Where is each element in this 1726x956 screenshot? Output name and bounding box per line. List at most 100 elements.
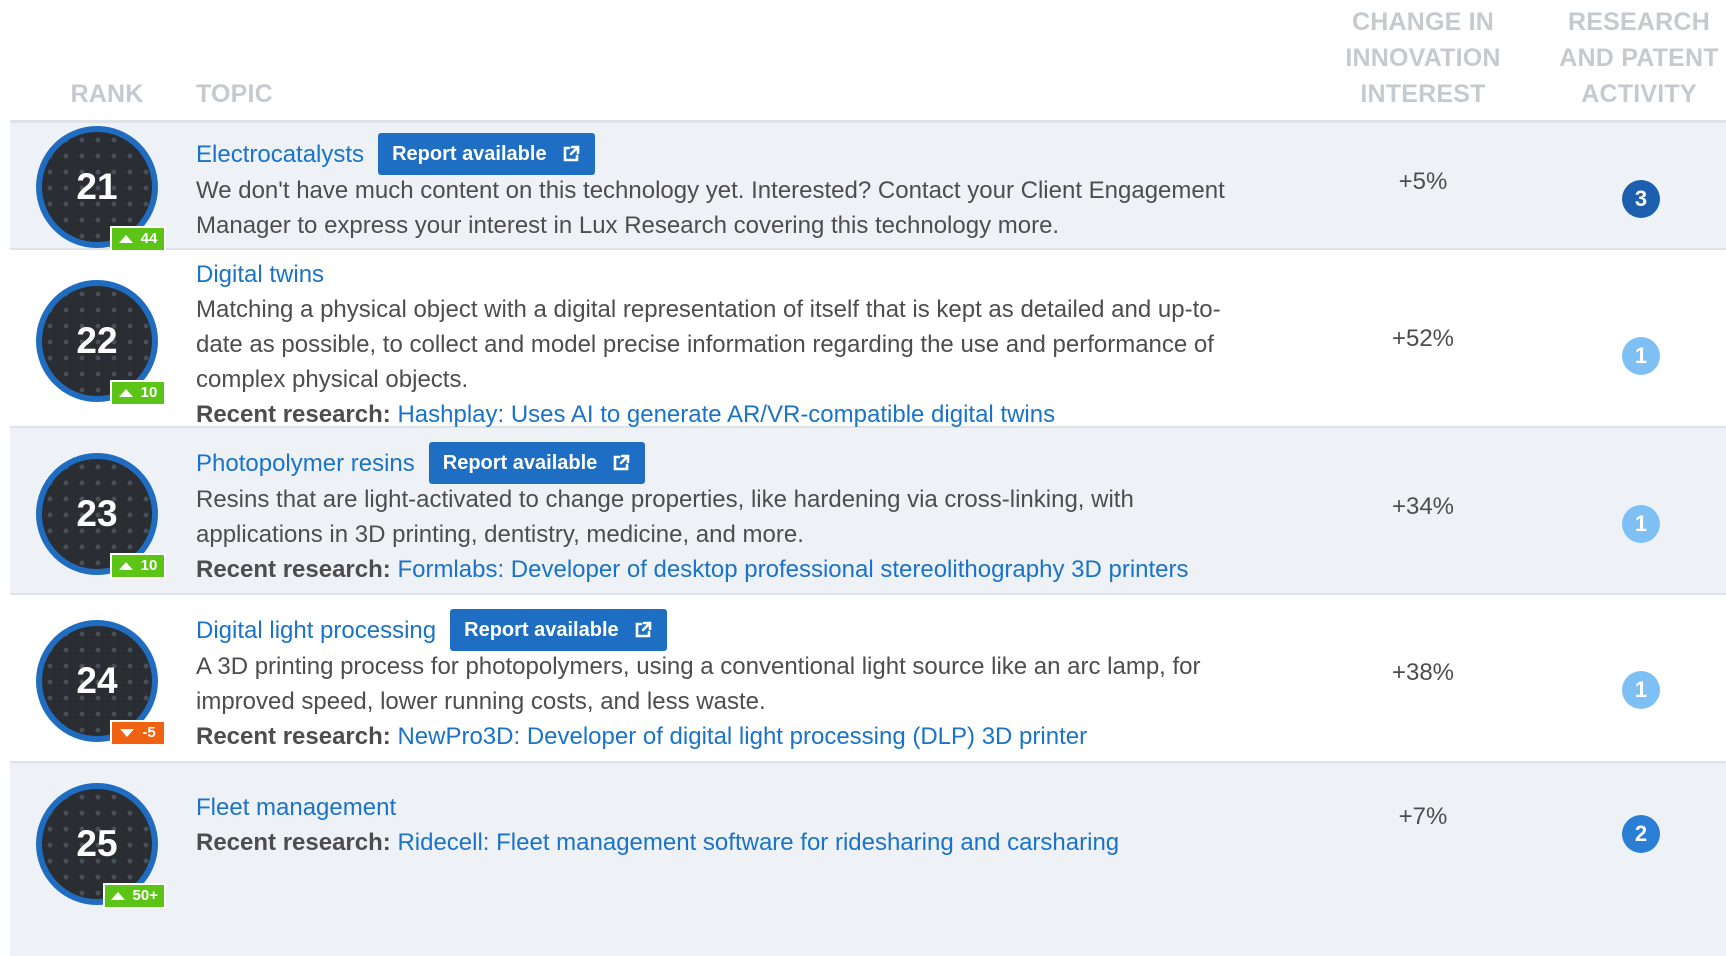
rank-number: 24: [76, 660, 118, 701]
topic-cell: Electrocatalysts Report available We don…: [196, 133, 1306, 243]
rank-badge: 21 44: [36, 126, 166, 252]
external-link-icon: [613, 454, 630, 471]
activity-header-line: AND PATENT: [1559, 44, 1719, 72]
report-available-button[interactable]: Report available: [428, 442, 646, 484]
activity-badge[interactable]: 1: [1622, 671, 1660, 709]
topic-title-line: Digital twins: [196, 257, 1306, 292]
rank-badge: 24 -5: [36, 620, 166, 746]
topic-title-line: Digital light processing Report availabl…: [196, 609, 1306, 651]
description-line: Manager to express your interest in Lux …: [196, 212, 1060, 239]
topic-cell: Fleet management Recent research: Ridece…: [196, 790, 1306, 860]
topic-description: We don't have much content on this techn…: [196, 173, 1306, 243]
recent-research: Recent research: Formlabs: Developer of …: [196, 552, 1306, 587]
rank-change-value: 10: [140, 557, 158, 574]
external-link-icon: [635, 621, 651, 638]
recent-research-link[interactable]: Hashplay: Uses AI to generate AR/VR-comp…: [397, 401, 1055, 428]
emerging-tech-table: RANK TOPIC CHANGE IN INNOVATION INTEREST…: [0, 0, 1726, 956]
rank-change-badge: 44: [110, 226, 166, 252]
triangle-up-icon: [110, 892, 125, 900]
change-header-line: INNOVATION: [1345, 44, 1501, 72]
recent-research-label: Recent research:: [196, 723, 391, 750]
rank-change-badge: 10: [110, 380, 166, 406]
triangle-up-icon: [118, 389, 133, 397]
rank-badge: 22 10: [36, 280, 166, 406]
triangle-down-icon: [120, 729, 135, 737]
rank-badge: 25 50+: [36, 783, 166, 909]
change-value: +34%: [1391, 493, 1455, 520]
description-line: date as possible, to collect and model p…: [196, 331, 1214, 358]
report-label: Report available: [442, 451, 598, 474]
report-available-button[interactable]: Report available: [450, 609, 667, 651]
topic-title-link[interactable]: Photopolymer resins: [196, 446, 415, 481]
description-line: We don't have much content on this techn…: [196, 177, 1225, 204]
triangle-up-icon: [118, 235, 133, 243]
external-link-icon: [563, 145, 579, 162]
topic-title-link[interactable]: Fleet management: [196, 790, 396, 825]
recent-research: Recent research: Hashplay: Uses AI to ge…: [196, 397, 1306, 432]
topic-description: A 3D printing process for photopolymers,…: [196, 649, 1306, 719]
activity-header-line: RESEARCH: [1568, 8, 1710, 36]
rank-header[interactable]: RANK: [60, 76, 154, 112]
change-header-line: CHANGE IN: [1351, 8, 1495, 36]
rank-change-badge: 10: [110, 553, 166, 579]
rank-number: 25: [76, 823, 118, 864]
rank-change-badge: -5: [110, 720, 166, 746]
topic-title-line: Fleet management: [196, 790, 1306, 825]
recent-research: Recent research: Ridecell: Fleet managem…: [196, 825, 1306, 860]
report-available-button[interactable]: Report available: [378, 133, 595, 175]
description-line: improved speed, lower running costs, and…: [196, 688, 766, 715]
report-label: Report available: [392, 142, 547, 165]
recent-research-link[interactable]: Ridecell: Fleet management software for …: [397, 829, 1119, 856]
rank-badge: 23 10: [36, 453, 166, 579]
report-label: Report available: [464, 618, 619, 641]
topic-title-link[interactable]: Digital twins: [196, 257, 324, 292]
topic-title-line: Photopolymer resins Report available: [196, 442, 1306, 484]
table-row: 25 50+ Fleet management Recent research:…: [10, 763, 1726, 956]
recent-research-label: Recent research:: [196, 401, 391, 428]
description-line: A 3D printing process for photopolymers,…: [196, 653, 1201, 680]
recent-research-link[interactable]: Formlabs: Developer of desktop professio…: [397, 556, 1188, 583]
table-row: 21 44 Electrocatalysts Report available …: [10, 123, 1726, 252]
table-row: 23 10 Photopolymer resins Report availab…: [10, 428, 1726, 595]
rank-change-value: 44: [140, 230, 158, 247]
rank-change-value: -5: [142, 724, 156, 741]
rank-number: 22: [76, 320, 118, 361]
rank-change-value: 10: [140, 384, 158, 401]
change-header-line: INTEREST: [1360, 80, 1486, 108]
activity-badge[interactable]: 2: [1622, 815, 1660, 853]
recent-research-label: Recent research:: [196, 829, 391, 856]
table-row: 24 -5 Digital light processing Report av…: [10, 595, 1726, 763]
rank-change-badge: 50+: [102, 883, 166, 909]
rank-change-value: 50+: [132, 887, 158, 904]
description-line: applications in 3D printing, dentistry, …: [196, 521, 804, 548]
description-line: complex physical objects.: [196, 366, 469, 393]
change-value: +38%: [1391, 659, 1455, 686]
activity-header-line: ACTIVITY: [1581, 80, 1697, 108]
topic-description: Resins that are light-activated to chang…: [196, 482, 1306, 552]
description-line: Matching a physical object with a digita…: [196, 296, 1221, 323]
table-header: RANK TOPIC CHANGE IN INNOVATION INTEREST…: [10, 0, 1726, 123]
topic-title-line: Electrocatalysts Report available: [196, 133, 1306, 175]
recent-research-link[interactable]: NewPro3D: Developer of digital light pro…: [397, 723, 1087, 750]
table-row: 22 10 Digital twins Matching a physical …: [10, 250, 1726, 428]
topic-cell: Photopolymer resins Report available Res…: [196, 442, 1306, 587]
change-value: +5%: [1398, 168, 1448, 195]
topic-cell: Digital twins Matching a physical object…: [196, 257, 1306, 432]
change-value: +52%: [1391, 325, 1455, 352]
rank-number: 23: [76, 493, 118, 534]
recent-research-label: Recent research:: [196, 556, 391, 583]
rank-number: 21: [76, 166, 118, 207]
topic-header[interactable]: TOPIC: [196, 76, 273, 112]
topic-description: Matching a physical object with a digita…: [196, 292, 1306, 397]
change-value: +7%: [1398, 803, 1448, 830]
description-line: Resins that are light-activated to chang…: [196, 486, 1134, 513]
change-header[interactable]: CHANGE IN INNOVATION INTEREST: [1324, 4, 1522, 112]
topic-title-link[interactable]: Electrocatalysts: [196, 137, 364, 172]
activity-badge[interactable]: 1: [1622, 505, 1660, 543]
activity-header[interactable]: RESEARCH AND PATENT ACTIVITY: [1540, 4, 1726, 112]
topic-title-link[interactable]: Digital light processing: [196, 613, 436, 648]
topic-cell: Digital light processing Report availabl…: [196, 609, 1306, 754]
activity-badge[interactable]: 1: [1622, 337, 1660, 375]
activity-badge[interactable]: 3: [1622, 180, 1660, 218]
triangle-up-icon: [118, 562, 133, 570]
